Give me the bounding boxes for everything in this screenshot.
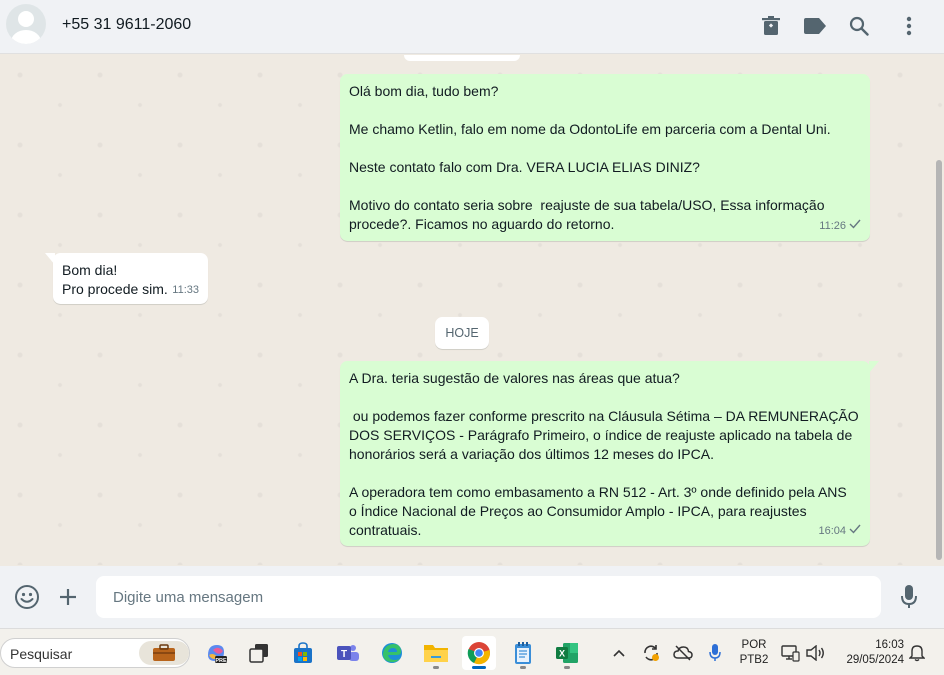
outgoing-bubble-tail — [869, 361, 879, 373]
chat-header: +55 31 9611-2060 — [0, 0, 944, 54]
message-time: 11:33 — [172, 284, 199, 296]
message-bubble-incoming[interactable]: Bom dia! Pro procede sim. 11:33 — [53, 253, 208, 304]
file-explorer-icon[interactable] — [419, 636, 453, 670]
chrome-icon[interactable] — [462, 636, 496, 670]
message-line: honorários será a variação dos últimos 1… — [349, 446, 714, 462]
clock-date: 29/05/2024 — [846, 654, 904, 666]
message-input[interactable] — [96, 576, 881, 618]
plus-icon[interactable] — [55, 584, 81, 610]
edge-icon[interactable] — [375, 636, 409, 670]
taskbar-search-label: Pesquisar — [10, 646, 73, 662]
excel-icon[interactable]: X — [550, 636, 584, 670]
message-line: Neste contato falo com Dra. VERA LUCIA E… — [349, 159, 700, 175]
sync-icon[interactable] — [640, 642, 662, 664]
notepad-icon[interactable] — [506, 636, 540, 670]
copilot-icon[interactable]: PRE — [199, 636, 233, 670]
contact-name[interactable]: +55 31 9611-2060 — [62, 16, 191, 34]
menu-dots-icon[interactable] — [897, 14, 921, 38]
svg-text:X: X — [559, 649, 565, 659]
cloud-offline-icon[interactable] — [672, 642, 694, 664]
message-line — [349, 139, 861, 158]
avatar-head-shape — [18, 11, 34, 27]
app-running-indicator — [564, 666, 570, 669]
message-line: procede?. Ficamos no aguardo do retorno. — [349, 216, 615, 232]
app-running-indicator — [472, 666, 486, 669]
store-icon[interactable] — [286, 636, 320, 670]
message-line: Olá bom dia, tudo bem? — [349, 83, 499, 99]
language-code: POR — [741, 639, 767, 651]
system-clock[interactable]: 16:03 29/05/2024 — [832, 638, 904, 668]
briefcase-icon[interactable] — [139, 641, 189, 665]
message-line — [349, 101, 861, 120]
windows-taskbar: Pesquisar PRE T X POR PTB2 16:03 29/05/2… — [0, 628, 944, 675]
day-separator: HOJE — [435, 317, 489, 349]
chat-scrollbar[interactable] — [936, 160, 942, 560]
message-line: Me chamo Ketlin, falo em nome da OdontoL… — [349, 121, 831, 137]
message-line: Motivo do contato seria sobre reajuste d… — [349, 197, 825, 213]
clock-time: 16:03 — [875, 639, 904, 651]
chat-panel[interactable]: Olá bom dia, tudo bem? Me chamo Ketlin, … — [0, 55, 944, 565]
app-running-indicator — [520, 666, 526, 669]
message-line: contratuais. — [349, 522, 422, 538]
message-time: 11:26 — [819, 220, 846, 232]
notification-bell-icon[interactable] — [906, 642, 928, 664]
message-bubble-outgoing[interactable]: A Dra. teria sugestão de valores nas áre… — [340, 361, 870, 546]
language-indicator[interactable]: POR PTB2 — [736, 638, 772, 668]
message-meta: 11:26 — [819, 217, 861, 236]
incoming-bubble-tail — [45, 253, 55, 265]
search-icon[interactable] — [847, 14, 871, 38]
contact-avatar[interactable] — [6, 4, 46, 44]
message-line: ou podemos fazer conforme prescrito na C… — [349, 408, 859, 424]
message-line — [349, 177, 861, 196]
volume-icon[interactable] — [804, 642, 826, 664]
message-time: 16:04 — [818, 525, 846, 537]
message-composer — [0, 566, 944, 628]
microphone-tray-icon[interactable] — [704, 642, 726, 664]
message-text: A Dra. teria sugestão de valores nas áre… — [349, 369, 861, 540]
emoji-icon[interactable] — [14, 584, 40, 610]
teams-icon[interactable]: T — [331, 636, 365, 670]
message-line: A Dra. teria sugestão de valores nas áre… — [349, 370, 680, 386]
svg-text:T: T — [341, 649, 347, 660]
message-line — [349, 388, 861, 407]
taskbar-search-box[interactable]: Pesquisar — [0, 638, 190, 668]
message-line: DOS SERVIÇOS - Parágrafo Primeiro, o índ… — [349, 427, 853, 443]
message-meta: 16:04 — [818, 522, 861, 541]
message-text: Olá bom dia, tudo bem? Me chamo Ketlin, … — [349, 82, 861, 234]
previous-day-separator — [404, 55, 520, 61]
microphone-icon[interactable] — [896, 584, 922, 610]
message-meta: 11:33 — [172, 281, 199, 300]
chevron-up-icon[interactable] — [608, 642, 630, 664]
avatar-body-shape — [11, 30, 41, 44]
svg-text:PRE: PRE — [215, 658, 227, 664]
single-check-icon — [849, 217, 861, 236]
message-bubble-outgoing[interactable]: Olá bom dia, tudo bem? Me chamo Ketlin, … — [340, 74, 870, 241]
keyboard-layout: PTB2 — [739, 654, 769, 666]
message-line: Bom dia! — [62, 262, 118, 278]
message-line: A operadora tem como embasamento a RN 51… — [349, 484, 847, 500]
message-line: o Índice Nacional de Preços ao Consumido… — [349, 503, 807, 519]
task-view-icon[interactable] — [242, 636, 276, 670]
network-icon[interactable] — [779, 642, 801, 664]
single-check-icon — [849, 522, 861, 541]
app-running-indicator — [433, 666, 439, 669]
trash-icon[interactable] — [759, 14, 783, 38]
message-line — [349, 464, 861, 483]
label-icon[interactable] — [803, 14, 827, 38]
